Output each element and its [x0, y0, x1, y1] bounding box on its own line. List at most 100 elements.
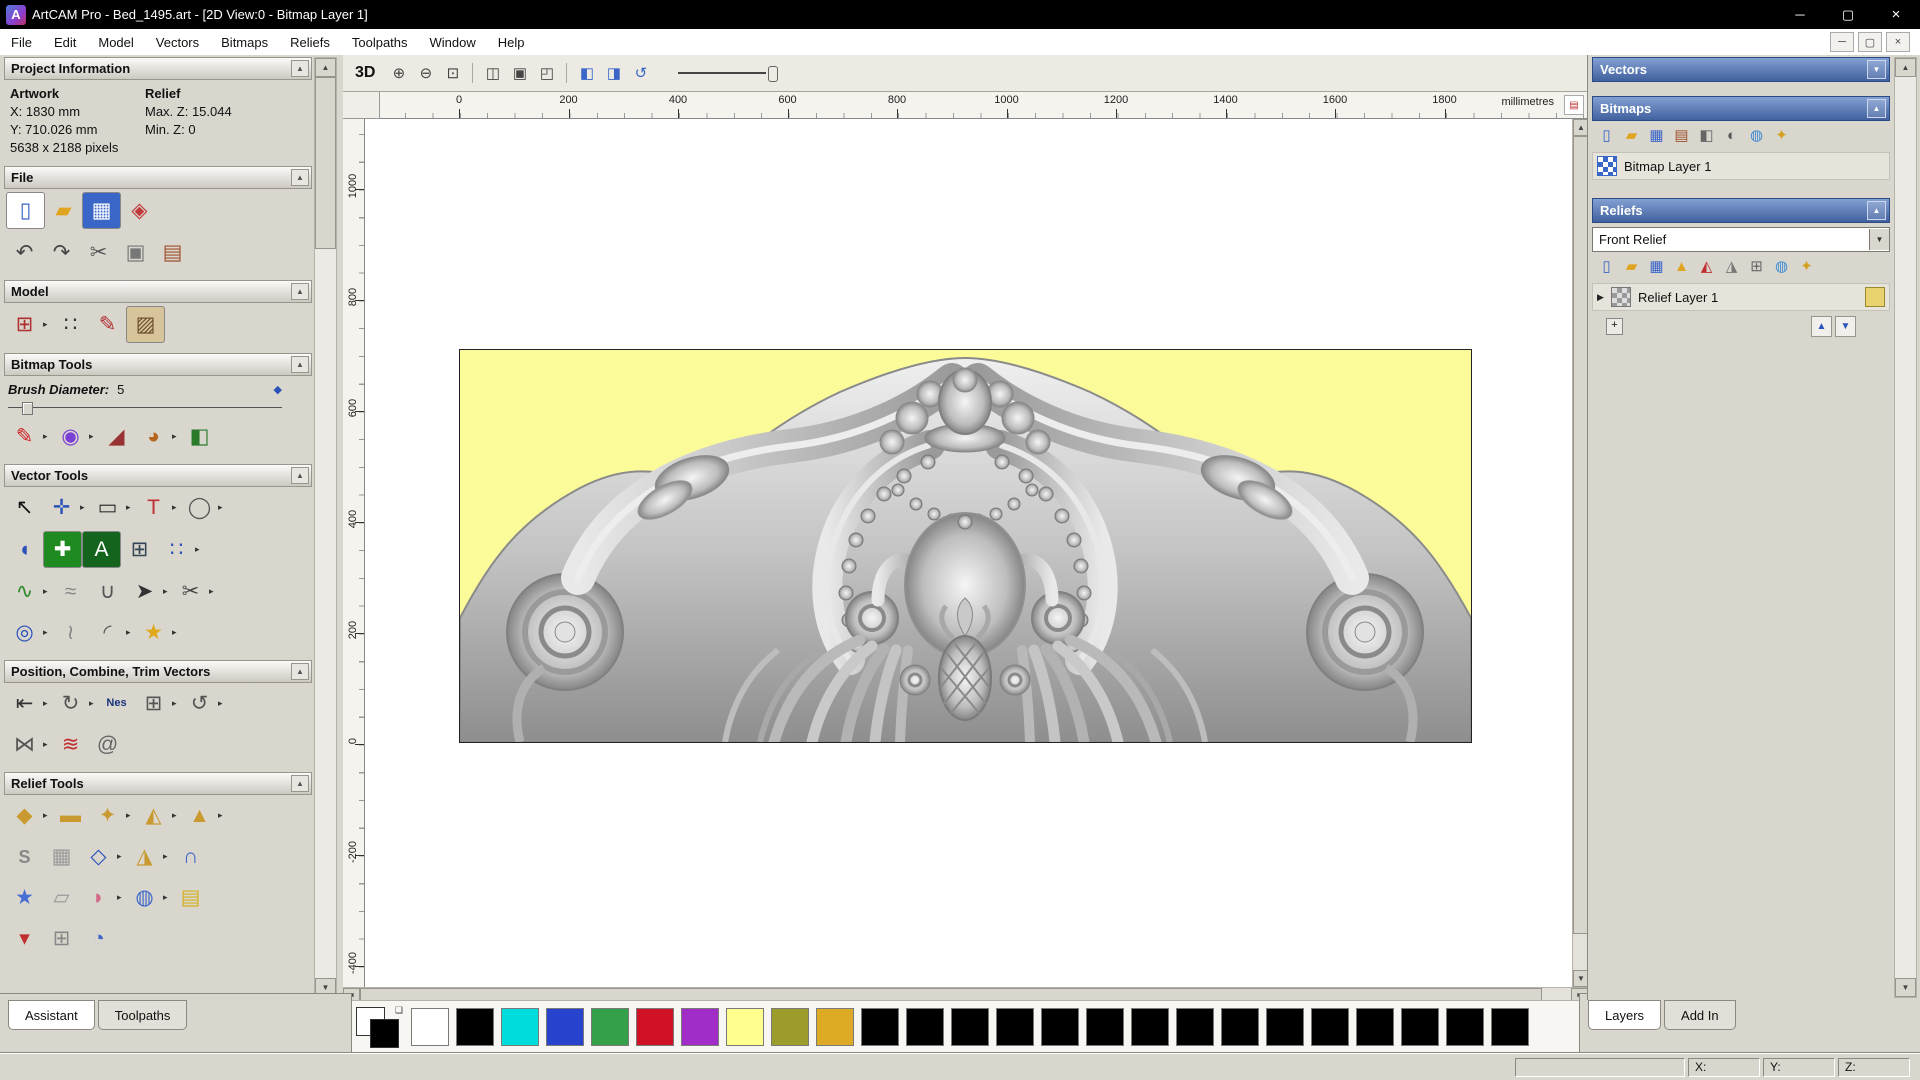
- zoom-1to1-icon[interactable]: ◫: [480, 62, 505, 85]
- menu-bitmaps[interactable]: Bitmaps: [210, 29, 279, 55]
- notes-icon[interactable]: ✎: [89, 307, 126, 342]
- refresh-view-icon[interactable]: ↺: [628, 62, 653, 85]
- create-circle-icon[interactable]: ◎: [6, 615, 43, 650]
- menu-help[interactable]: Help: [487, 29, 536, 55]
- line-width-slider[interactable]: [678, 65, 779, 82]
- brush-slider-handle[interactable]: [22, 402, 33, 415]
- brush-diameter-slider[interactable]: [8, 400, 282, 415]
- turn-relief-icon[interactable]: ◮: [126, 839, 163, 874]
- zoom-out-icon[interactable]: ⊖: [413, 62, 438, 85]
- save-model-icon[interactable]: ▦: [82, 192, 121, 229]
- palette-swatch-4[interactable]: [591, 1008, 629, 1046]
- canvas-vertical-scrollbar[interactable]: ▲ ▼: [1572, 119, 1589, 987]
- palette-swatch-7[interactable]: [726, 1008, 764, 1046]
- copy-icon[interactable]: ▣: [117, 235, 154, 270]
- move-layer-down-icon[interactable]: ▼: [1835, 316, 1856, 337]
- tab-assistant[interactable]: Assistant: [8, 1000, 95, 1030]
- zoom-in-icon[interactable]: ⊕: [386, 62, 411, 85]
- project-information-collapse-button[interactable]: ▲: [291, 60, 309, 77]
- menu-window[interactable]: Window: [419, 29, 487, 55]
- ruler-options-icon[interactable]: ▤: [1564, 95, 1584, 115]
- create-polyline-icon[interactable]: ➤: [126, 574, 163, 609]
- maximize-button[interactable]: ▢: [1824, 0, 1872, 29]
- envelope-distort-icon[interactable]: ▱: [43, 880, 80, 915]
- create-ellipse-icon[interactable]: ◯: [181, 490, 218, 525]
- layers-scroll-down-icon[interactable]: ▼: [1895, 978, 1916, 997]
- offset-vector-icon[interactable]: ◖: [6, 532, 43, 567]
- shape-editor-icon-flyout[interactable]: ▸: [43, 810, 52, 821]
- circular-array-icon-flyout[interactable]: ▸: [89, 698, 98, 709]
- import-relief-icon[interactable]: ▲: [1669, 255, 1694, 278]
- palette-swatch-5[interactable]: [636, 1008, 674, 1046]
- menu-file[interactable]: File: [0, 29, 43, 55]
- palette-swatch-11[interactable]: [906, 1008, 944, 1046]
- clipart-library-icon[interactable]: ◈: [121, 193, 158, 228]
- open-bitmap-icon[interactable]: ▰: [1619, 124, 1644, 147]
- create-star-icon[interactable]: ★: [135, 615, 172, 650]
- copy-rotate-icon[interactable]: ↺: [181, 686, 218, 721]
- greyscale-icon[interactable]: ◧: [1694, 124, 1719, 147]
- palette-swatch-0[interactable]: [411, 1008, 449, 1046]
- create-arc-icon[interactable]: ◜: [89, 615, 126, 650]
- paste-icon[interactable]: ▤: [154, 235, 191, 270]
- copy-rotate-icon-flyout[interactable]: ▸: [218, 698, 227, 709]
- relief-select-combo[interactable]: Front Relief ▼: [1592, 227, 1890, 252]
- assistant-scrollbar[interactable]: ▲ ▼: [314, 57, 337, 998]
- set-model-size-icon-flyout[interactable]: ▸: [43, 319, 52, 330]
- palette-swatch-14[interactable]: [1041, 1008, 1079, 1046]
- palette-swatch-22[interactable]: [1401, 1008, 1439, 1046]
- adjust-colours-icon[interactable]: ◐: [1719, 124, 1744, 147]
- new-relief-layer-icon[interactable]: ✦: [1794, 255, 1819, 278]
- new-bitmap-icon[interactable]: ▯: [1594, 124, 1619, 147]
- close-button[interactable]: ×: [1872, 0, 1920, 29]
- new-relief-icon[interactable]: ▯: [1594, 255, 1619, 278]
- raise-relief-icon[interactable]: ▲: [181, 798, 218, 833]
- create-circle-icon-flyout[interactable]: ▸: [43, 627, 52, 638]
- colour-blend-icon[interactable]: ◉: [52, 419, 89, 454]
- trim-vectors-icon-flyout[interactable]: ▸: [209, 586, 218, 597]
- palette-icon-flyout[interactable]: ▸: [172, 431, 181, 442]
- transparency-icon[interactable]: ◍: [1744, 124, 1769, 147]
- shape-editor-icon[interactable]: ◆: [6, 798, 43, 833]
- reliefs-section-collapse-button[interactable]: ▲: [1867, 201, 1886, 220]
- save-bitmap-icon[interactable]: ▦: [1644, 124, 1669, 147]
- relief-select-dropdown-icon[interactable]: ▼: [1869, 229, 1889, 250]
- menu-toolpaths[interactable]: Toolpaths: [341, 29, 419, 55]
- palette-swatch-17[interactable]: [1176, 1008, 1214, 1046]
- zero-relief-icon[interactable]: ▾: [6, 921, 43, 956]
- set-position-icon[interactable]: ∷: [52, 307, 89, 342]
- lighting-material-icon[interactable]: ▨: [126, 306, 165, 343]
- relief-clipart-icon[interactable]: ⊞: [43, 921, 80, 956]
- cut-icon[interactable]: ✂: [80, 235, 117, 270]
- menu-model[interactable]: Model: [87, 29, 144, 55]
- relief-layer-stack-icon[interactable]: ▤: [172, 880, 209, 915]
- palette-swatch-13[interactable]: [996, 1008, 1034, 1046]
- mdi-close-button[interactable]: ×: [1886, 32, 1910, 52]
- paint-icon[interactable]: ✎: [6, 419, 43, 454]
- 2d-view-canvas[interactable]: [365, 119, 1572, 987]
- menu-edit[interactable]: Edit: [43, 29, 87, 55]
- trim-vectors-icon[interactable]: ✂: [172, 574, 209, 609]
- save-relief-icon[interactable]: ▦: [1644, 255, 1669, 278]
- circular-array-icon[interactable]: ↻: [52, 686, 89, 721]
- edit-curve-icon[interactable]: ∪: [89, 574, 126, 609]
- new-bitmap-layer-icon[interactable]: ✦: [1769, 124, 1794, 147]
- mdi-minimize-button[interactable]: ─: [1830, 32, 1854, 52]
- palette-swatch-24[interactable]: [1491, 1008, 1529, 1046]
- interactive-sculpt-icon[interactable]: ∩: [172, 839, 209, 874]
- zoom-fit-icon[interactable]: ▣: [507, 62, 532, 85]
- palette-swatch-3[interactable]: [546, 1008, 584, 1046]
- secondary-colour-swatch[interactable]: [370, 1019, 399, 1048]
- fan-relief-icon-flyout[interactable]: ▸: [117, 892, 126, 903]
- palette-swatch-10[interactable]: [861, 1008, 899, 1046]
- create-rectangle-icon-flyout[interactable]: ▸: [126, 502, 135, 513]
- text-on-curve-icon[interactable]: A: [82, 531, 121, 568]
- bitmap-to-vector-icon[interactable]: ∿: [6, 574, 43, 609]
- align-vectors-icon[interactable]: ⇤: [6, 686, 43, 721]
- two-rail-sweep-icon-flyout[interactable]: ▸: [117, 851, 126, 862]
- palette-swatch-18[interactable]: [1221, 1008, 1259, 1046]
- paste-along-curve-icon-flyout[interactable]: ▸: [195, 544, 204, 555]
- nesting-icon[interactable]: Nes: [98, 686, 135, 721]
- mirror-vectors-icon[interactable]: ⋈: [6, 727, 43, 762]
- pick-colour-icon[interactable]: ◢: [98, 419, 135, 454]
